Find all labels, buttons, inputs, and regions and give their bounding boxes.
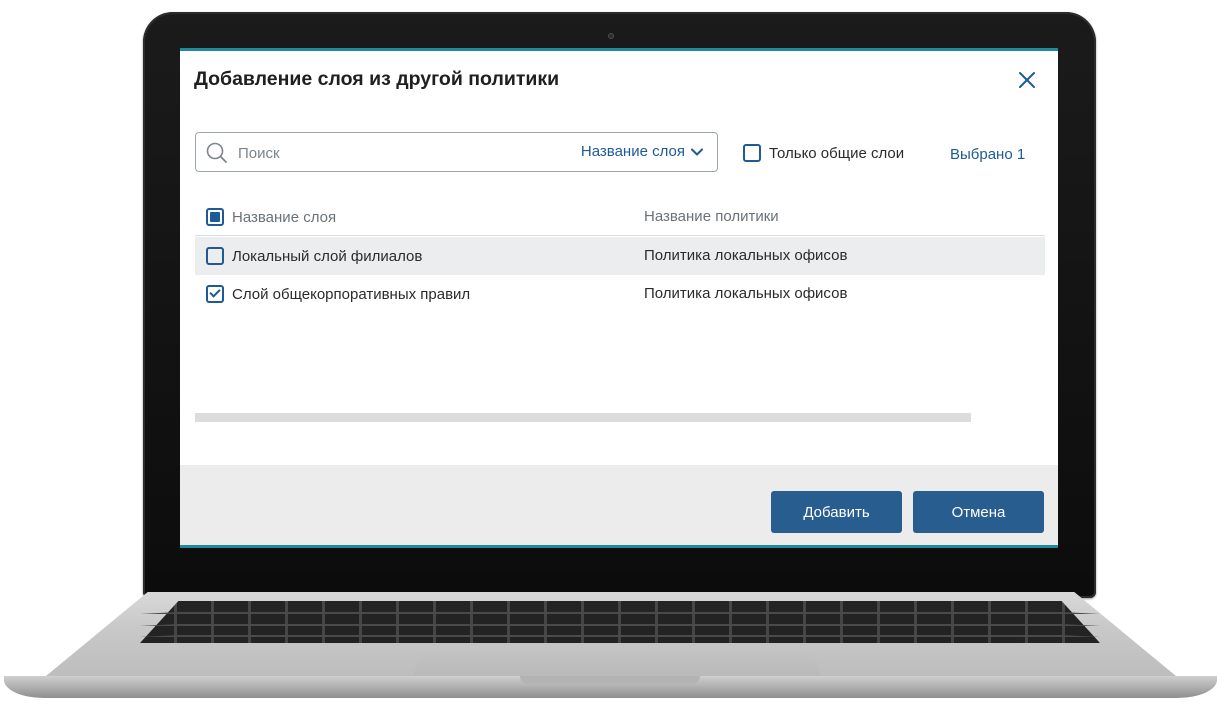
keyboard-row-divider	[140, 624, 1100, 626]
keyboard-row-divider	[140, 635, 1100, 637]
search-field[interactable]: Название слоя	[195, 132, 718, 172]
selected-count-link[interactable]: Выбрано 1	[950, 146, 1025, 163]
table-header: Название слоя Название политики	[195, 199, 1045, 236]
lid-open-notch	[520, 676, 700, 684]
chevron-down-icon	[691, 148, 703, 155]
close-icon	[1019, 72, 1035, 88]
search-input[interactable]	[236, 141, 540, 165]
cancel-button[interactable]: Отмена	[913, 491, 1044, 533]
column-header-label: Название слоя	[232, 208, 337, 226]
column-header-layer-name[interactable]: Название слоя	[206, 208, 336, 226]
search-scope-dropdown[interactable]: Название слоя	[581, 143, 703, 160]
only-common-layers-toggle[interactable]: Только общие слои	[743, 144, 904, 162]
dialog-footer: Добавить Отмена	[180, 465, 1058, 545]
only-common-layers-checkbox[interactable]	[743, 144, 761, 162]
only-common-layers-label: Только общие слои	[769, 144, 905, 162]
table-row[interactable]: Слой общекорпоративных правил Политика л…	[195, 275, 1045, 313]
table-row[interactable]: Локальный слой филиалов Политика локальн…	[195, 237, 1045, 275]
layer-name: Локальный слой филиалов	[232, 247, 423, 265]
add-layer-dialog: Добавление слоя из другой политики Назва…	[180, 48, 1058, 548]
layer-name: Слой общекорпоративных правил	[232, 285, 471, 303]
search-icon	[206, 142, 227, 163]
row-checkbox[interactable]	[206, 247, 224, 265]
policy-name: Политика локальных офисов	[644, 247, 848, 264]
horizontal-scrollbar[interactable]	[195, 413, 971, 422]
search-scope-label: Название слоя	[580, 143, 685, 160]
select-all-checkbox[interactable]	[206, 208, 224, 226]
close-button[interactable]	[1016, 69, 1038, 91]
webcam	[608, 33, 614, 39]
add-button[interactable]: Добавить	[771, 491, 902, 533]
row-checkbox[interactable]	[206, 285, 224, 303]
column-header-policy-name[interactable]: Название политики	[644, 208, 779, 225]
keyboard-row-divider	[140, 612, 1100, 614]
dialog-title: Добавление слоя из другой политики	[194, 68, 560, 90]
policy-name: Политика локальных офисов	[644, 285, 848, 302]
